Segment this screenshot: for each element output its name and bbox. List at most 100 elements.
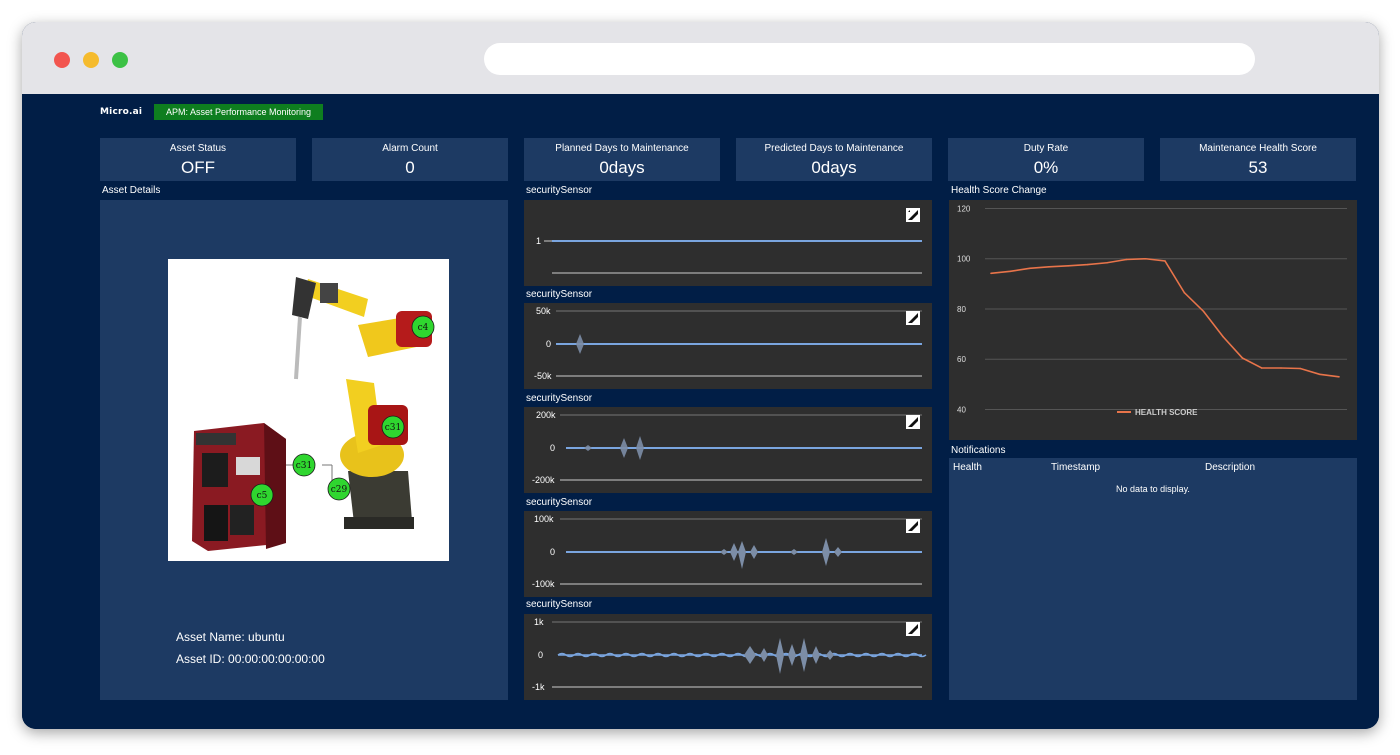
- expand-icon[interactable]: [906, 415, 920, 429]
- asset-diagram-svg: c4 c31 c31 c29 c5: [192, 277, 435, 551]
- sensor-chart-1: 1: [524, 200, 932, 286]
- kpi-label: Predicted Days to Maintenance: [764, 143, 904, 154]
- health-chart-title: Health Score Change: [951, 185, 1047, 196]
- sensor-chart-title: securitySensor: [526, 289, 593, 300]
- notifications-table: Health Timestamp Description No data to …: [949, 458, 1357, 700]
- sensor-node-label: c29: [331, 485, 348, 495]
- sensor-chart-title: securitySensor: [526, 599, 593, 610]
- app-logo[interactable]: Micro.ai: [100, 107, 142, 117]
- tick-label: -1k: [532, 682, 545, 692]
- sensor-node-c5[interactable]: c5: [250, 483, 274, 507]
- sensor-chart-4: 100k 0 -100k: [524, 511, 932, 597]
- kpi-asset-status: Asset Status OFF: [100, 138, 296, 181]
- kpi-label: Alarm Count: [382, 143, 438, 154]
- asset-name: Asset Name: ubuntu: [176, 630, 285, 644]
- tick-label: 1k: [534, 617, 544, 627]
- minimize-window-button[interactable]: [83, 52, 99, 68]
- data-point: [1048, 265, 1050, 268]
- tick-label: -100k: [532, 579, 555, 589]
- sensor-node-c4[interactable]: c4: [411, 315, 435, 339]
- legend-label: HEALTH SCORE: [1135, 408, 1198, 417]
- tick-label: 0: [546, 339, 551, 349]
- sensor-node-c31-robot[interactable]: c31: [381, 415, 405, 439]
- tick-label: -200k: [532, 475, 555, 485]
- data-point: [1299, 367, 1302, 370]
- column-header-timestamp[interactable]: Timestamp: [1051, 462, 1100, 473]
- tick-label: 0: [550, 547, 555, 557]
- y-tick-label: 80: [957, 305, 966, 314]
- sensor-node-label: c31: [296, 461, 313, 471]
- sensor-chart-2-svg: 50k 0 -50k: [534, 306, 922, 381]
- kpi-value: OFF: [181, 158, 215, 177]
- sensor-node-label: c31: [385, 423, 402, 433]
- sensor-chart-title: securitySensor: [526, 185, 593, 196]
- data-point: [1183, 291, 1186, 294]
- data-point: [1260, 367, 1263, 369]
- kpi-predicted-days: Predicted Days to Maintenance 0days: [736, 138, 932, 181]
- kpi-value: 0%: [1033, 158, 1059, 177]
- asset-details-title: Asset Details: [102, 185, 161, 196]
- y-tick-label: 100: [957, 255, 971, 264]
- data-point: [1241, 357, 1244, 359]
- sensor-node-label: c5: [257, 491, 268, 501]
- expand-icon[interactable]: [906, 208, 920, 222]
- sensor-node-c31-welder[interactable]: c31: [292, 453, 316, 477]
- sensor-chart-4-svg: 100k 0 -100k: [532, 514, 922, 589]
- expand-icon[interactable]: [906, 311, 920, 325]
- kpi-planned-days: Planned Days to Maintenance 0days: [524, 138, 720, 181]
- address-bar[interactable]: [484, 43, 1255, 75]
- sensor-node-label: c4: [418, 323, 429, 333]
- y-tick-label: 120: [957, 205, 971, 214]
- data-point: [1318, 373, 1321, 376]
- logo-text: Micro.ai: [100, 107, 143, 117]
- app-title-badge[interactable]: APM: Asset Performance Monitoring: [154, 104, 324, 120]
- tick-label: -50k: [534, 371, 552, 381]
- sensor-chart-title: securitySensor: [526, 393, 593, 404]
- asset-diagram: c4 c31 c31 c29 c5: [168, 259, 449, 561]
- close-window-button[interactable]: [54, 52, 70, 68]
- y-tick-label: 60: [957, 355, 966, 364]
- sensor-chart-2: 50k 0 -50k: [524, 303, 932, 389]
- kpi-label: Planned Days to Maintenance: [555, 143, 689, 154]
- kpi-label: Asset Status: [169, 143, 227, 154]
- maximize-window-button[interactable]: [112, 52, 128, 68]
- tick-label: 100k: [534, 514, 554, 524]
- data-point: [1202, 310, 1205, 313]
- tick-label: 200k: [536, 410, 556, 420]
- empty-state-message: No data to display.: [1116, 484, 1190, 494]
- expand-icon[interactable]: [906, 622, 920, 636]
- data-point: [1222, 335, 1224, 338]
- data-point: [1106, 261, 1108, 264]
- robot-arm-icon: [292, 277, 432, 529]
- sensor-chart-3: 200k 0 -200k: [524, 407, 932, 493]
- kpi-alarm-count: Alarm Count 0: [312, 138, 508, 181]
- kpi-duty-rate: Duty Rate 0%: [948, 138, 1144, 181]
- dashboard: Micro.ai APM: Asset Performance Monitori…: [22, 94, 1379, 729]
- sensor-node-c29[interactable]: c29: [327, 477, 351, 501]
- column-header-health[interactable]: Health: [953, 462, 982, 473]
- tick-label: 50k: [536, 306, 551, 316]
- data-point: [1009, 270, 1012, 273]
- data-point: [1338, 375, 1340, 378]
- kpi-label: Maintenance Health Score: [1199, 143, 1317, 154]
- data-point: [1067, 264, 1070, 267]
- data-point: [1028, 267, 1031, 270]
- expand-icon[interactable]: [906, 519, 920, 533]
- data-point: [1086, 263, 1089, 266]
- browser-window: Micro.ai APM: Asset Performance Monitori…: [22, 22, 1379, 729]
- y-tick-label: 40: [957, 405, 966, 414]
- tick-label: 1: [536, 236, 541, 246]
- sensor-chart-5-svg: 1k 0 -1k: [532, 617, 927, 692]
- column-header-description[interactable]: Description: [1205, 462, 1255, 473]
- kpi-value: 0days: [811, 158, 857, 177]
- sensor-chart-1-svg: 1: [536, 208, 922, 274]
- sensor-chart-3-svg: 200k 0 -200k: [532, 410, 922, 485]
- tick-label: 0: [550, 443, 555, 453]
- kpi-label: Duty Rate: [1023, 143, 1069, 154]
- tick-label: 0: [538, 650, 543, 660]
- welder-machine-icon: [192, 423, 286, 551]
- sensor-chart-5: 1k 0 -1k: [524, 614, 932, 700]
- health-score-chart: 120 100 80 60 40 HEALTH SCORE: [949, 200, 1357, 440]
- kpi-value: 0: [405, 158, 415, 177]
- kpi-value: 53: [1248, 158, 1268, 177]
